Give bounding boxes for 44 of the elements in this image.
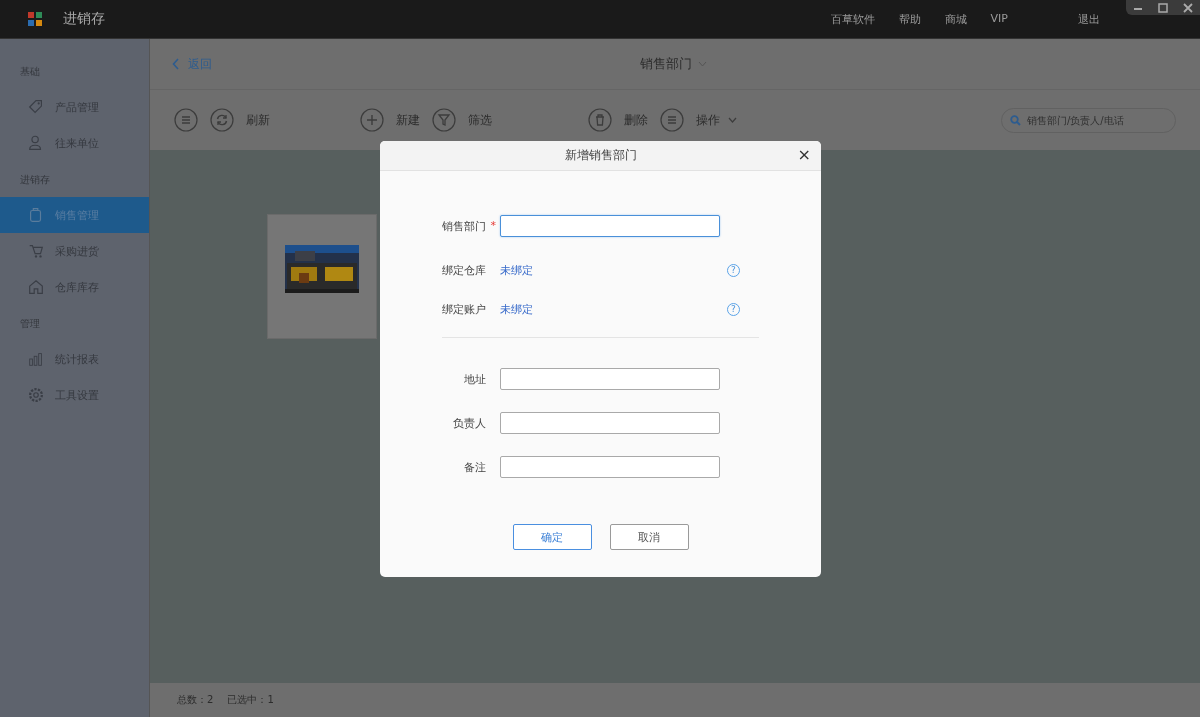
filter-icon — [432, 108, 456, 132]
field-label: 销售部门 — [442, 219, 486, 233]
field-label: 绑定仓库 — [441, 262, 487, 278]
input-field[interactable] — [500, 368, 720, 390]
list-icon[interactable] — [174, 108, 198, 132]
toolbar-button[interactable]: 新建 — [360, 108, 420, 132]
cart-icon — [27, 242, 45, 260]
menu-item[interactable]: 百草软件 — [830, 11, 875, 27]
toolbar-button[interactable]: 操作 — [660, 108, 737, 132]
input-field[interactable] — [500, 456, 720, 478]
cancel-button[interactable]: 取消 — [609, 524, 689, 550]
input-field[interactable] — [500, 215, 720, 237]
product-card[interactable] — [267, 214, 377, 339]
menu-item[interactable]: VIP — [990, 11, 1008, 27]
input-field[interactable] — [500, 412, 720, 434]
chart-icon — [27, 350, 45, 368]
maximize-icon[interactable] — [1158, 2, 1168, 13]
toolbar-button[interactable]: 删除 — [588, 108, 648, 132]
refresh-icon — [210, 108, 234, 132]
field-label: 绑定账户 — [441, 301, 487, 317]
menu-item[interactable]: 商城 — [944, 11, 967, 27]
bind-link[interactable]: 未绑定 — [500, 262, 727, 278]
app-logo-icon — [28, 11, 43, 27]
app-title: 进销存 — [63, 10, 105, 28]
trash-icon — [588, 108, 612, 132]
list-icon — [660, 108, 684, 132]
toolbar-button[interactable]: 筛选 — [432, 108, 492, 132]
house-icon — [27, 278, 45, 296]
dialog-title: 新增销售部门 — [564, 147, 637, 164]
bind-link[interactable]: 未绑定 — [500, 301, 727, 317]
tag-icon — [27, 98, 45, 116]
chevron-left-icon — [172, 58, 180, 70]
field-label: 负责人 — [453, 416, 486, 430]
field-label: 地址 — [464, 372, 486, 386]
field-label: 备注 — [464, 460, 486, 474]
confirm-button[interactable]: 确定 — [512, 524, 592, 550]
gear-icon — [27, 386, 45, 404]
menu-item[interactable]: 退出 — [1078, 11, 1100, 27]
close-button[interactable]: × — [795, 146, 813, 164]
menu-item[interactable]: 帮助 — [898, 11, 921, 27]
close-icon[interactable] — [1182, 2, 1193, 13]
plus-icon — [360, 108, 384, 132]
toolbar-button[interactable]: 刷新 — [210, 108, 270, 132]
required-mark: * — [490, 218, 496, 232]
